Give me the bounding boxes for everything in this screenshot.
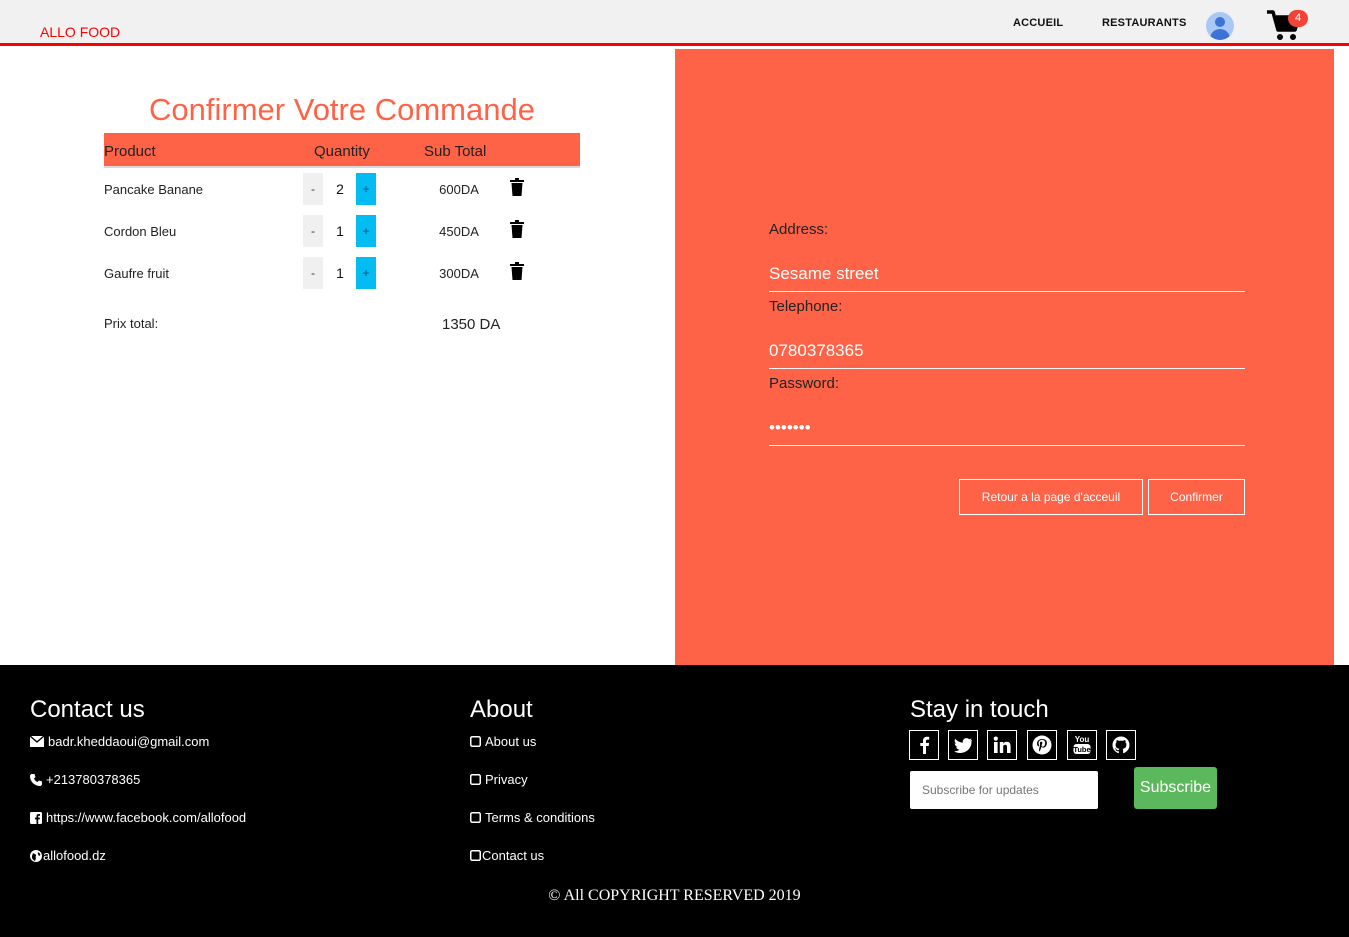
subtotal-value: 600DA xyxy=(439,182,479,197)
about-link-label: Terms & conditions xyxy=(485,810,595,825)
pinterest-icon[interactable] xyxy=(1027,730,1057,760)
confirm-order-button[interactable]: Confirmer xyxy=(1148,479,1245,515)
nav-accueil-link[interactable]: ACCUEIL xyxy=(1013,17,1063,29)
footer: Contact us badr.kheddaoui@gmail.com +213… xyxy=(0,665,1349,937)
password-field[interactable] xyxy=(769,416,1245,446)
subscribe-email-input[interactable] xyxy=(910,771,1098,809)
envelope-icon xyxy=(30,736,44,747)
about-link-privacy[interactable]: Privacy xyxy=(470,772,528,787)
about-link-label: Privacy xyxy=(485,772,528,787)
globe-icon xyxy=(30,849,42,862)
quantity-value: 2 xyxy=(336,181,344,197)
order-table-header: Product Quantity Sub Total xyxy=(104,133,580,168)
trash-icon[interactable] xyxy=(509,262,525,280)
product-name: Gaufre fruit xyxy=(104,266,170,281)
table-row: Pancake Banane - 2 + 600DA xyxy=(104,173,580,207)
password-label: Password: xyxy=(769,375,840,392)
contact-email[interactable]: badr.kheddaoui@gmail.com xyxy=(30,734,209,749)
telephone-label: Telephone: xyxy=(769,298,843,315)
user-avatar-icon[interactable] xyxy=(1206,12,1234,40)
brand-logo-link[interactable]: ALLO FOOD xyxy=(40,24,120,40)
total-price-value: 1350 DA xyxy=(442,316,501,333)
contact-us-heading: Contact us xyxy=(30,696,145,723)
svg-text:You: You xyxy=(1075,735,1090,744)
decrease-quantity-button[interactable]: - xyxy=(303,215,323,247)
copyright-text: © All COPYRIGHT RESERVED 2019 xyxy=(548,887,801,904)
about-link-label: Contact us xyxy=(482,848,545,863)
contact-phone-text: +213780378365 xyxy=(46,772,141,787)
back-to-home-button[interactable]: Retour a la page d'acceuil xyxy=(959,479,1143,515)
square-outline-icon xyxy=(470,774,481,785)
address-field[interactable] xyxy=(769,262,1245,292)
contact-phone[interactable]: +213780378365 xyxy=(30,772,140,787)
twitter-icon[interactable] xyxy=(948,730,978,760)
table-row: Cordon Bleu - 1 + 450DA xyxy=(104,215,580,249)
svg-text:Tube: Tube xyxy=(1073,745,1090,754)
column-header-product: Product xyxy=(104,143,156,160)
contact-website[interactable]: allofood.dz xyxy=(30,848,106,863)
phone-icon xyxy=(30,773,42,786)
increase-quantity-button[interactable]: + xyxy=(356,257,376,289)
contact-email-text: badr.kheddaoui@gmail.com xyxy=(48,734,210,749)
nav-restaurants-link[interactable]: RESTAURANTS xyxy=(1102,17,1187,29)
contact-facebook[interactable]: https://www.facebook.com/allofood xyxy=(30,810,246,825)
about-link-terms[interactable]: Terms & conditions xyxy=(470,810,595,825)
table-row: Gaufre fruit - 1 + 300DA xyxy=(104,257,580,291)
square-outline-icon xyxy=(470,812,481,823)
total-price-label: Prix total: xyxy=(104,316,159,331)
product-name: Pancake Banane xyxy=(104,182,204,197)
contact-website-text: allofood.dz xyxy=(43,848,106,863)
subtotal-value: 300DA xyxy=(439,266,479,281)
facebook-square-icon xyxy=(30,811,42,824)
trash-icon[interactable] xyxy=(509,220,525,238)
facebook-icon[interactable] xyxy=(909,730,939,760)
telephone-field[interactable] xyxy=(769,339,1245,369)
address-label: Address: xyxy=(769,221,829,238)
linkedin-icon[interactable] xyxy=(987,730,1017,760)
about-link-contact-us[interactable]: Contact us xyxy=(470,848,544,863)
square-outline-icon xyxy=(470,736,481,747)
square-outline-icon xyxy=(470,850,481,861)
column-header-subtotal: Sub Total xyxy=(424,143,487,160)
column-header-quantity: Quantity xyxy=(314,143,370,160)
trash-icon[interactable] xyxy=(509,178,525,196)
top-navbar: ALLO FOOD ACCUEIL RESTAURANTS 4 xyxy=(0,0,1349,46)
github-icon[interactable] xyxy=(1106,730,1136,760)
about-link-label: About us xyxy=(485,734,537,749)
product-name: Cordon Bleu xyxy=(104,224,177,239)
increase-quantity-button[interactable]: + xyxy=(356,173,376,205)
decrease-quantity-button[interactable]: - xyxy=(303,257,323,289)
stay-in-touch-heading: Stay in touch xyxy=(910,696,1049,723)
youtube-icon[interactable]: You Tube xyxy=(1067,730,1097,760)
about-link-about-us[interactable]: About us xyxy=(470,734,536,749)
page-title: Confirmer Votre Commande xyxy=(149,92,535,127)
decrease-quantity-button[interactable]: - xyxy=(303,173,323,205)
subscribe-button[interactable]: Subscribe xyxy=(1134,767,1217,809)
about-heading: About xyxy=(470,696,533,723)
quantity-value: 1 xyxy=(336,223,344,239)
cart-count-badge: 4 xyxy=(1288,10,1308,27)
contact-facebook-text: https://www.facebook.com/allofood xyxy=(46,810,247,825)
increase-quantity-button[interactable]: + xyxy=(356,215,376,247)
subtotal-value: 450DA xyxy=(439,224,479,239)
quantity-value: 1 xyxy=(336,265,344,281)
